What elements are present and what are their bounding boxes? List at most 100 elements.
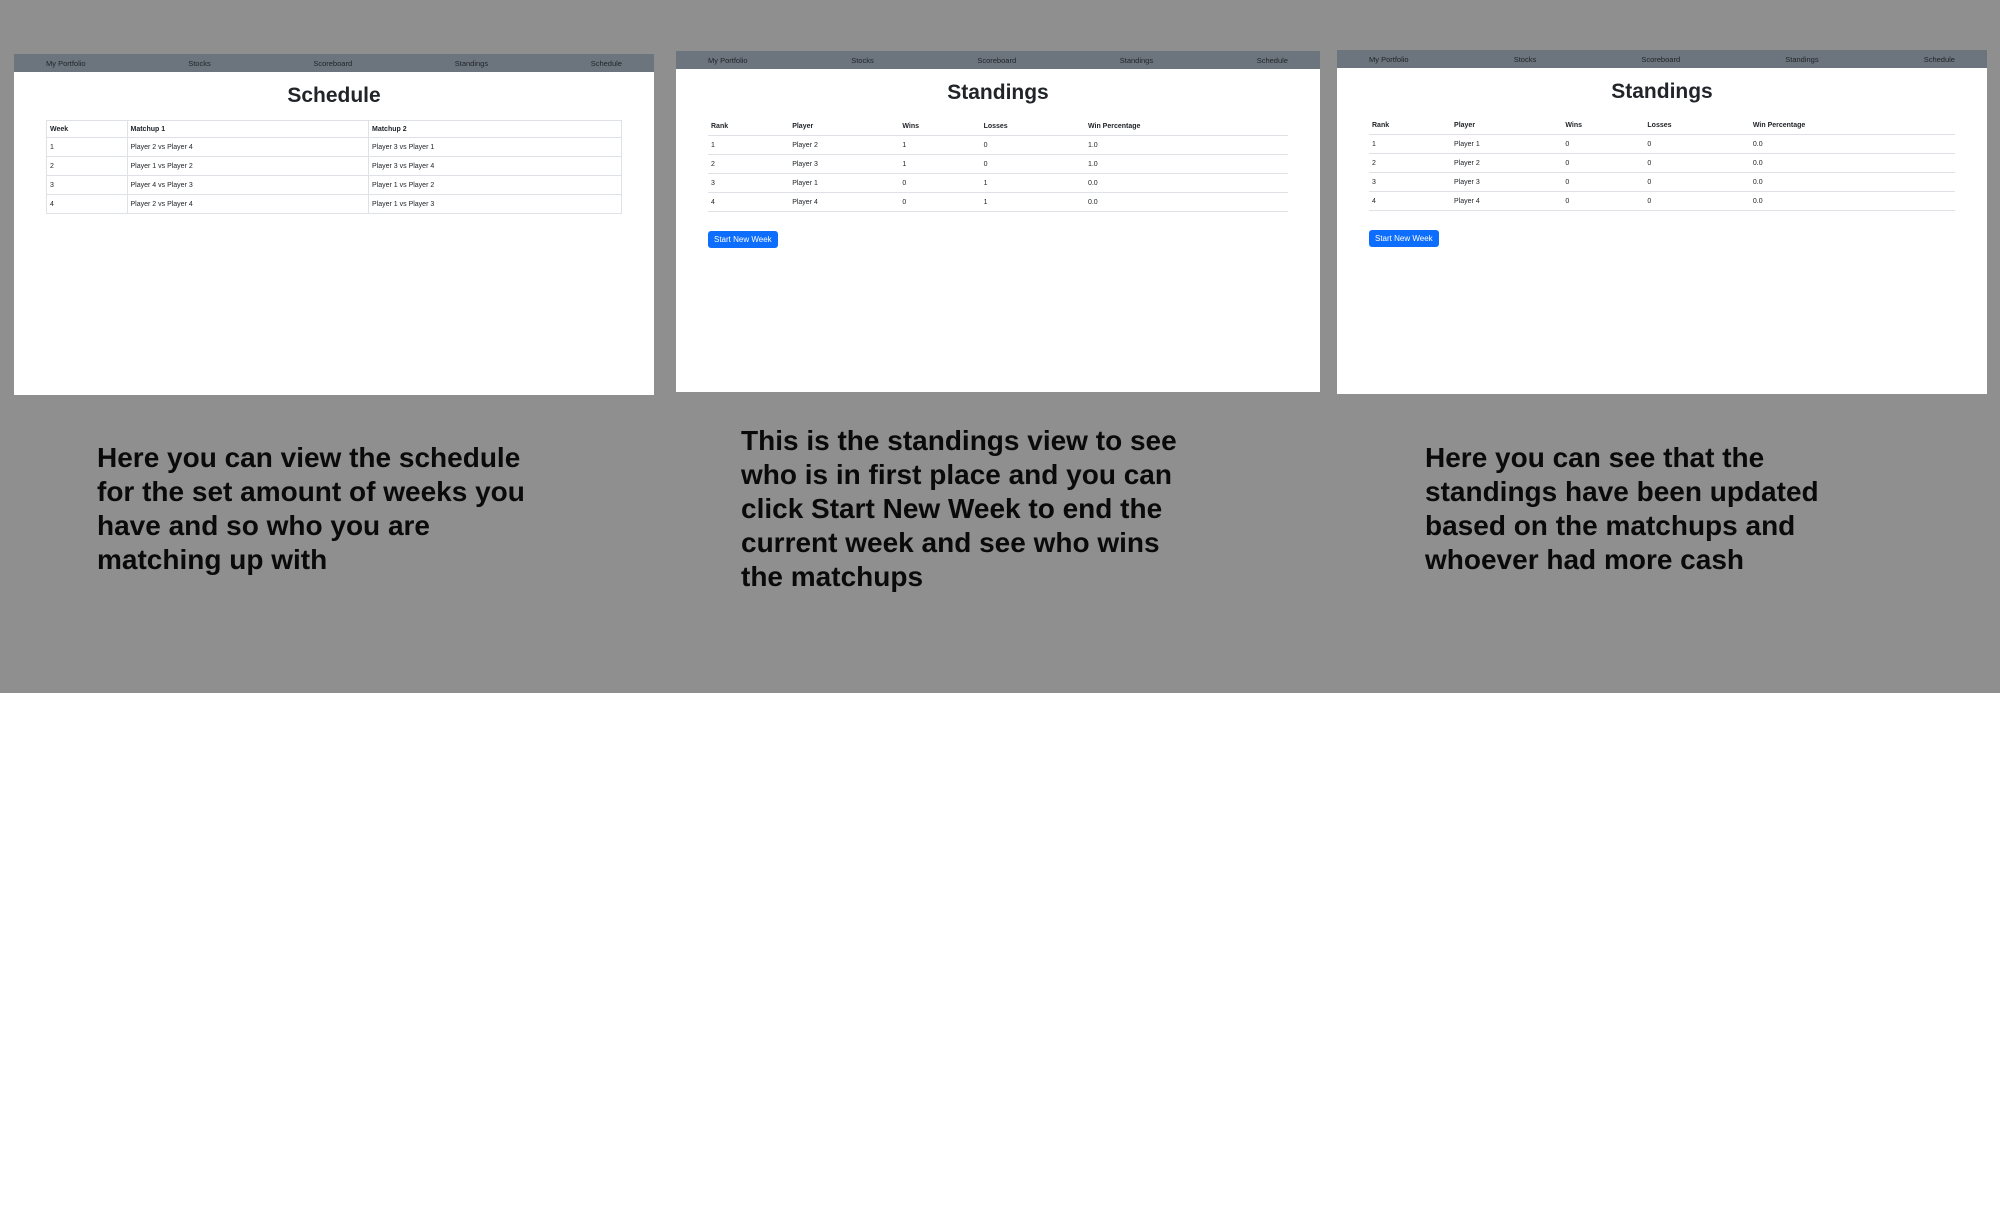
matchup-cell: Player 1 vs Player 3 (368, 194, 622, 214)
wins-cell: 0 (899, 173, 981, 193)
navbar: My Portfolio Stocks Scoreboard Standings… (676, 51, 1320, 69)
nav-stocks[interactable]: Stocks (188, 59, 211, 68)
schedule-table: Week Matchup 1 Matchup 2 1 Player 2 vs P… (46, 120, 622, 214)
table-row: 2 Player 2 0 0 0.0 (1369, 153, 1955, 173)
column-header-player: Player (789, 117, 900, 136)
nav-scoreboard[interactable]: Scoreboard (977, 56, 1016, 65)
table-header-row: Rank Player Wins Losses Win Percentage (708, 117, 1288, 136)
start-new-week-button[interactable]: Start New Week (1369, 230, 1439, 247)
column-header-losses: Losses (980, 117, 1085, 136)
table-row: 1 Player 2 vs Player 4 Player 3 vs Playe… (46, 137, 622, 157)
week-cell: 2 (46, 156, 128, 176)
caption-line: whoever had more cash (1425, 544, 1745, 575)
schedule-screenshot: My Portfolio Stocks Scoreboard Standings… (14, 54, 654, 395)
caption-line: standings have been updated (1425, 476, 1819, 507)
caption-line: based on the matchups and (1425, 510, 1796, 541)
win-percentage-cell: 1.0 (1084, 135, 1288, 155)
table-header-row: Week Matchup 1 Matchup 2 (46, 120, 622, 138)
standings-table: Rank Player Wins Losses Win Percentage 1… (708, 117, 1288, 212)
rank-cell: 1 (708, 135, 790, 155)
caption-line: click Start New Week to end the (741, 493, 1163, 524)
player-cell: Player 1 (1451, 134, 1563, 154)
column-header-wins: Wins (899, 117, 981, 136)
column-header-losses: Losses (1644, 116, 1750, 135)
rank-cell: 3 (1369, 172, 1452, 192)
caption-line: who is in first place and you can (741, 459, 1172, 490)
wins-cell: 0 (1562, 172, 1645, 192)
navbar: My Portfolio Stocks Scoreboard Standings… (1337, 50, 1987, 68)
nav-standings[interactable]: Standings (1785, 55, 1818, 64)
table-row: 3 Player 4 vs Player 3 Player 1 vs Playe… (46, 175, 622, 195)
caption-line: Here you can see that the (1425, 442, 1765, 473)
rank-cell: 2 (708, 154, 790, 174)
table-row: 2 Player 1 vs Player 2 Player 3 vs Playe… (46, 156, 622, 176)
wins-cell: 1 (899, 154, 981, 174)
nav-my-portfolio[interactable]: My Portfolio (1369, 55, 1409, 64)
table-row: 4 Player 4 0 0 0.0 (1369, 191, 1955, 211)
nav-scoreboard[interactable]: Scoreboard (313, 59, 352, 68)
losses-cell: 0 (1644, 153, 1750, 173)
wins-cell: 0 (1562, 134, 1645, 154)
column-header-matchup-1: Matchup 1 (126, 120, 369, 138)
table-row: 3 Player 1 0 1 0.0 (708, 173, 1288, 193)
player-cell: Player 2 (789, 135, 900, 155)
caption-line: Here you can view the schedule (97, 442, 521, 473)
wins-cell: 0 (1562, 191, 1645, 211)
matchup-cell: Player 3 vs Player 4 (368, 156, 622, 176)
losses-cell: 0 (980, 154, 1085, 174)
matchup-cell: Player 1 vs Player 2 (126, 156, 369, 176)
matchup-cell: Player 2 vs Player 4 (126, 194, 369, 214)
nav-schedule[interactable]: Schedule (1924, 55, 1955, 64)
matchup-cell: Player 4 vs Player 3 (126, 175, 369, 195)
nav-schedule[interactable]: Schedule (1257, 56, 1288, 65)
player-cell: Player 1 (789, 173, 900, 193)
rank-cell: 2 (1369, 153, 1452, 173)
losses-cell: 1 (980, 173, 1085, 193)
win-percentage-cell: 0.0 (1084, 173, 1288, 193)
nav-standings[interactable]: Standings (455, 59, 488, 68)
rank-cell: 4 (708, 192, 790, 212)
player-cell: Player 4 (1451, 191, 1563, 211)
page-title: Schedule (287, 84, 381, 107)
win-percentage-cell: 0.0 (1749, 172, 1955, 192)
nav-schedule[interactable]: Schedule (591, 59, 622, 68)
nav-scoreboard[interactable]: Scoreboard (1641, 55, 1680, 64)
nav-standings[interactable]: Standings (1120, 56, 1153, 65)
column-header-win-percentage: Win Percentage (1084, 117, 1288, 136)
caption-line: have and so who you are (97, 510, 430, 541)
matchup-cell: Player 3 vs Player 1 (368, 137, 622, 157)
table-row: 2 Player 3 1 0 1.0 (708, 154, 1288, 174)
rank-cell: 4 (1369, 191, 1452, 211)
nav-my-portfolio[interactable]: My Portfolio (46, 59, 86, 68)
nav-my-portfolio[interactable]: My Portfolio (708, 56, 748, 65)
week-cell: 1 (46, 137, 128, 157)
page-title: Standings (947, 81, 1049, 104)
losses-cell: 0 (980, 135, 1085, 155)
matchup-cell: Player 2 vs Player 4 (126, 137, 369, 157)
win-percentage-cell: 0.0 (1749, 191, 1955, 211)
losses-cell: 0 (1644, 172, 1750, 192)
column-header-week: Week (46, 120, 128, 138)
standings-before-screenshot: My Portfolio Stocks Scoreboard Standings… (1337, 50, 1987, 394)
nav-stocks[interactable]: Stocks (1514, 55, 1537, 64)
table-row: 1 Player 1 0 0 0.0 (1369, 134, 1955, 154)
player-cell: Player 4 (789, 192, 900, 212)
player-cell: Player 2 (1451, 153, 1563, 173)
column-header-rank: Rank (1369, 116, 1452, 135)
caption-line: current week and see who wins (741, 527, 1160, 558)
updated-standings-caption: Here you can see that the standings have… (1425, 441, 1905, 577)
column-header-win-percentage: Win Percentage (1749, 116, 1955, 135)
standings-table: Rank Player Wins Losses Win Percentage 1… (1369, 116, 1955, 211)
table-row: 3 Player 3 0 0 0.0 (1369, 172, 1955, 192)
player-cell: Player 3 (789, 154, 900, 174)
start-new-week-button[interactable]: Start New Week (708, 231, 778, 248)
schedule-caption: Here you can view the schedule for the s… (97, 441, 577, 577)
caption-line: the matchups (741, 561, 924, 592)
wins-cell: 0 (899, 192, 981, 212)
standings-after-screenshot: My Portfolio Stocks Scoreboard Standings… (676, 51, 1320, 392)
rank-cell: 3 (708, 173, 790, 193)
column-header-player: Player (1451, 116, 1563, 135)
week-cell: 4 (46, 194, 128, 214)
nav-stocks[interactable]: Stocks (851, 56, 874, 65)
win-percentage-cell: 0.0 (1084, 192, 1288, 212)
